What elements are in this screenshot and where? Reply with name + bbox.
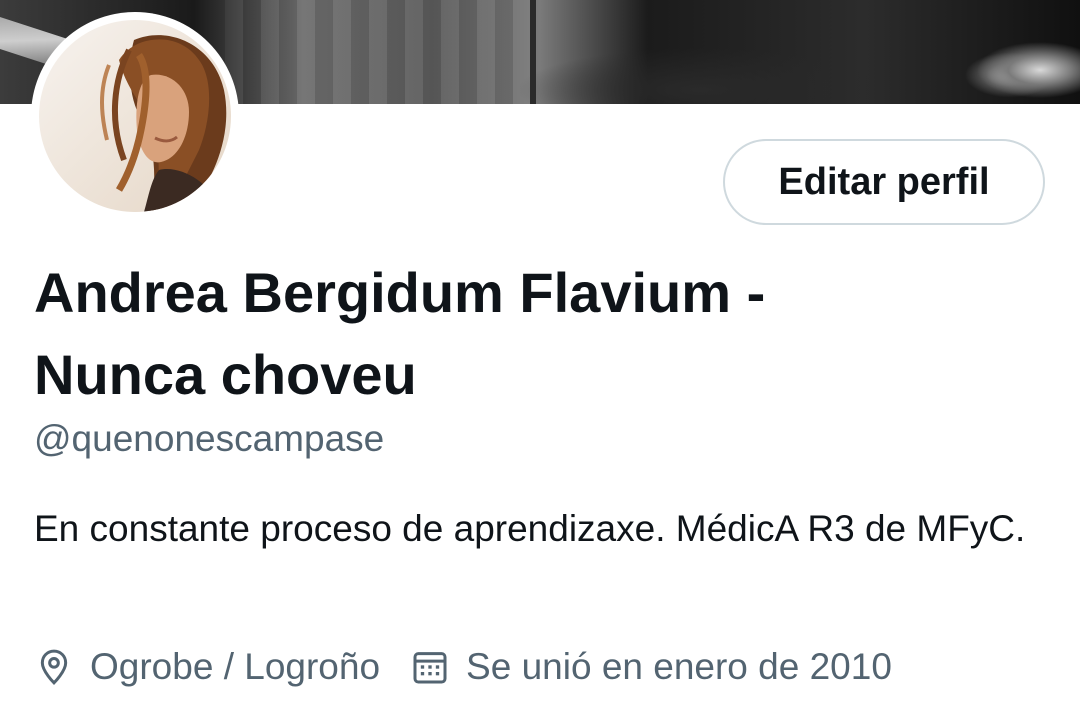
profile-handle: @quenonescampase <box>34 418 385 459</box>
banner-graphic <box>225 0 536 104</box>
profile-location: Ogrobe / Logroño <box>34 646 380 688</box>
calendar-icon <box>410 647 450 687</box>
avatar-portrait <box>100 35 227 212</box>
location-pin-icon <box>34 647 74 687</box>
profile-display-name: Andrea Bergidum Flavium - Nunca choveu <box>34 261 766 406</box>
avatar[interactable] <box>39 20 231 212</box>
joined-text: Se unió en enero de 2010 <box>466 646 892 687</box>
edit-profile-button[interactable]: Editar perfil <box>723 139 1045 225</box>
profile-meta: Ogrobe / Logroño Se unió en enero de 201… <box>34 641 892 693</box>
profile-joined-date: Se unió en enero de 2010 <box>410 646 892 688</box>
profile-bio: En constante proceso de aprendizaxe. Méd… <box>34 508 1026 549</box>
location-text: Ogrobe / Logroño <box>90 646 381 687</box>
